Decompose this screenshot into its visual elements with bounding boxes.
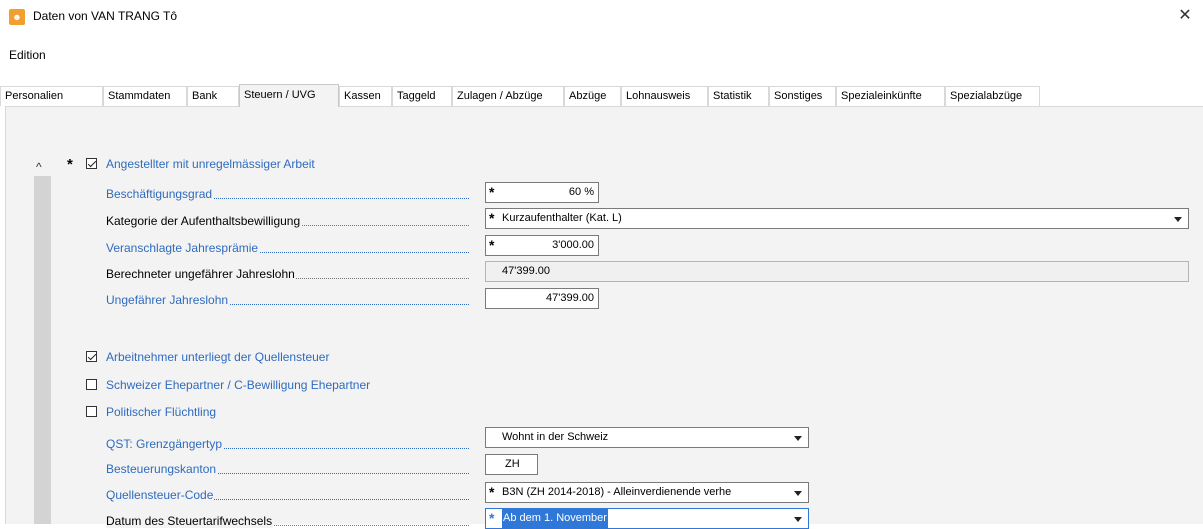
kategorie-value: Kurzaufenthalter (Kat. L) [502,212,622,224]
kategorie-select[interactable]: * Kurzaufenthalter (Kat. L) [485,208,1189,229]
tab-zulagen-abzuege[interactable]: Zulagen / Abzüge [452,86,564,106]
label-berechneter-lohn: Berechneter ungefährer Jahreslohn [106,267,471,282]
ehepartner-label[interactable]: Schweizer Ehepartner / C-Bewilligung Ehe… [106,378,370,392]
ungefaehrer-lohn-value: 47'399.00 [546,292,594,304]
title-bar: ☻ Daten von VAN TRANG Tô ✕ [0,0,1203,32]
section-gutter [34,176,51,524]
tab-stammdaten[interactable]: Stammdaten [103,86,187,106]
fluechtling-checkbox[interactable] [86,406,97,417]
beschaeftigungsgrad-input[interactable]: * 60 % [485,182,599,203]
tab-spezialabzuege[interactable]: Spezialabzüge [945,86,1040,106]
jahrespraemie-value: 3'000.00 [552,239,594,251]
tab-bank[interactable]: Bank [187,86,239,106]
tab-steuern-uvg[interactable]: Steuern / UVG [239,84,339,107]
label-kanton: Besteuerungskanton [106,462,471,477]
label-jahrespraemie: Veranschlagte Jahresprämie [106,241,471,256]
jahrespraemie-input[interactable]: * 3'000.00 [485,235,599,256]
quellensteuer-checkbox[interactable] [86,351,97,362]
berechneter-lohn-field: 47'399.00 [485,261,1189,282]
irregular-work-checkbox[interactable] [86,158,97,169]
label-tarifwechsel: Datum des Steuertarifwechsels [106,514,471,529]
irregular-work-label[interactable]: Angestellter mit unregelmässiger Arbeit [106,157,315,171]
tarifwechsel-select[interactable]: * Ab dem 1. November [485,508,809,529]
label-beschaeftigungsgrad: Beschäftigungsgrad [106,187,471,202]
fluechtling-label[interactable]: Politischer Flüchtling [106,405,216,419]
label-kategorie: Kategorie der Aufenthaltsbewilligung [106,214,471,229]
required-marker: * [67,156,73,173]
tab-taggeld[interactable]: Taggeld [392,86,452,106]
qst-code-select[interactable]: * B3N (ZH 2014-2018) - Alleinverdienende… [485,482,809,503]
collapse-chevron-icon[interactable]: ^ [36,160,42,174]
window-title: Daten von VAN TRANG Tô [33,9,178,23]
tab-personalien[interactable]: Personalien [0,86,103,106]
quellensteuer-label[interactable]: Arbeitnehmer unterliegt der Quellensteue… [106,350,329,364]
close-icon[interactable]: ✕ [1174,6,1196,26]
app-icon: ☻ [9,9,25,25]
grenzgaengertyp-select[interactable]: Wohnt in der Schweiz [485,427,809,448]
kanton-value: ZH [505,458,520,470]
tab-spezialeinkuenfte[interactable]: Spezialeinkünfte [836,86,945,106]
tab-kassen[interactable]: Kassen [339,86,392,106]
label-ungefaehrer-lohn: Ungefährer Jahreslohn [106,293,471,308]
tarifwechsel-value: Ab dem 1. November [502,509,608,528]
required-marker: * [489,237,495,253]
ungefaehrer-lohn-input[interactable]: 47'399.00 [485,288,599,309]
required-marker: * [489,510,495,526]
required-marker: * [489,210,495,226]
beschaeftigungsgrad-value: 60 % [568,186,594,198]
tab-strip: Personalien Stammdaten Bank Steuern / UV… [0,84,1203,107]
dropdown-arrow-icon [794,436,802,441]
dropdown-arrow-icon [794,491,802,496]
required-marker: * [489,484,495,500]
dropdown-arrow-icon [794,517,802,522]
tab-lohnausweis[interactable]: Lohnausweis [621,86,708,106]
kanton-input[interactable]: ZH [485,454,538,475]
tab-sonstiges[interactable]: Sonstiges [769,86,836,106]
tab-abzuege[interactable]: Abzüge [564,86,621,106]
grenzgaengertyp-value: Wohnt in der Schweiz [502,431,609,443]
required-marker: * [489,184,495,200]
dropdown-arrow-icon [1174,217,1182,222]
label-grenzgaengertyp: QST: Grenzgängertyp [106,437,471,452]
qst-code-value: B3N (ZH 2014-2018) - Alleinverdienende v… [502,486,732,498]
berechneter-lohn-value: 47'399.00 [502,265,550,277]
ehepartner-checkbox[interactable] [86,379,97,390]
menu-edition[interactable]: Edition [9,48,46,62]
label-qst-code: Quellensteuer-Code [106,488,471,503]
tab-statistik[interactable]: Statistik [708,86,769,106]
